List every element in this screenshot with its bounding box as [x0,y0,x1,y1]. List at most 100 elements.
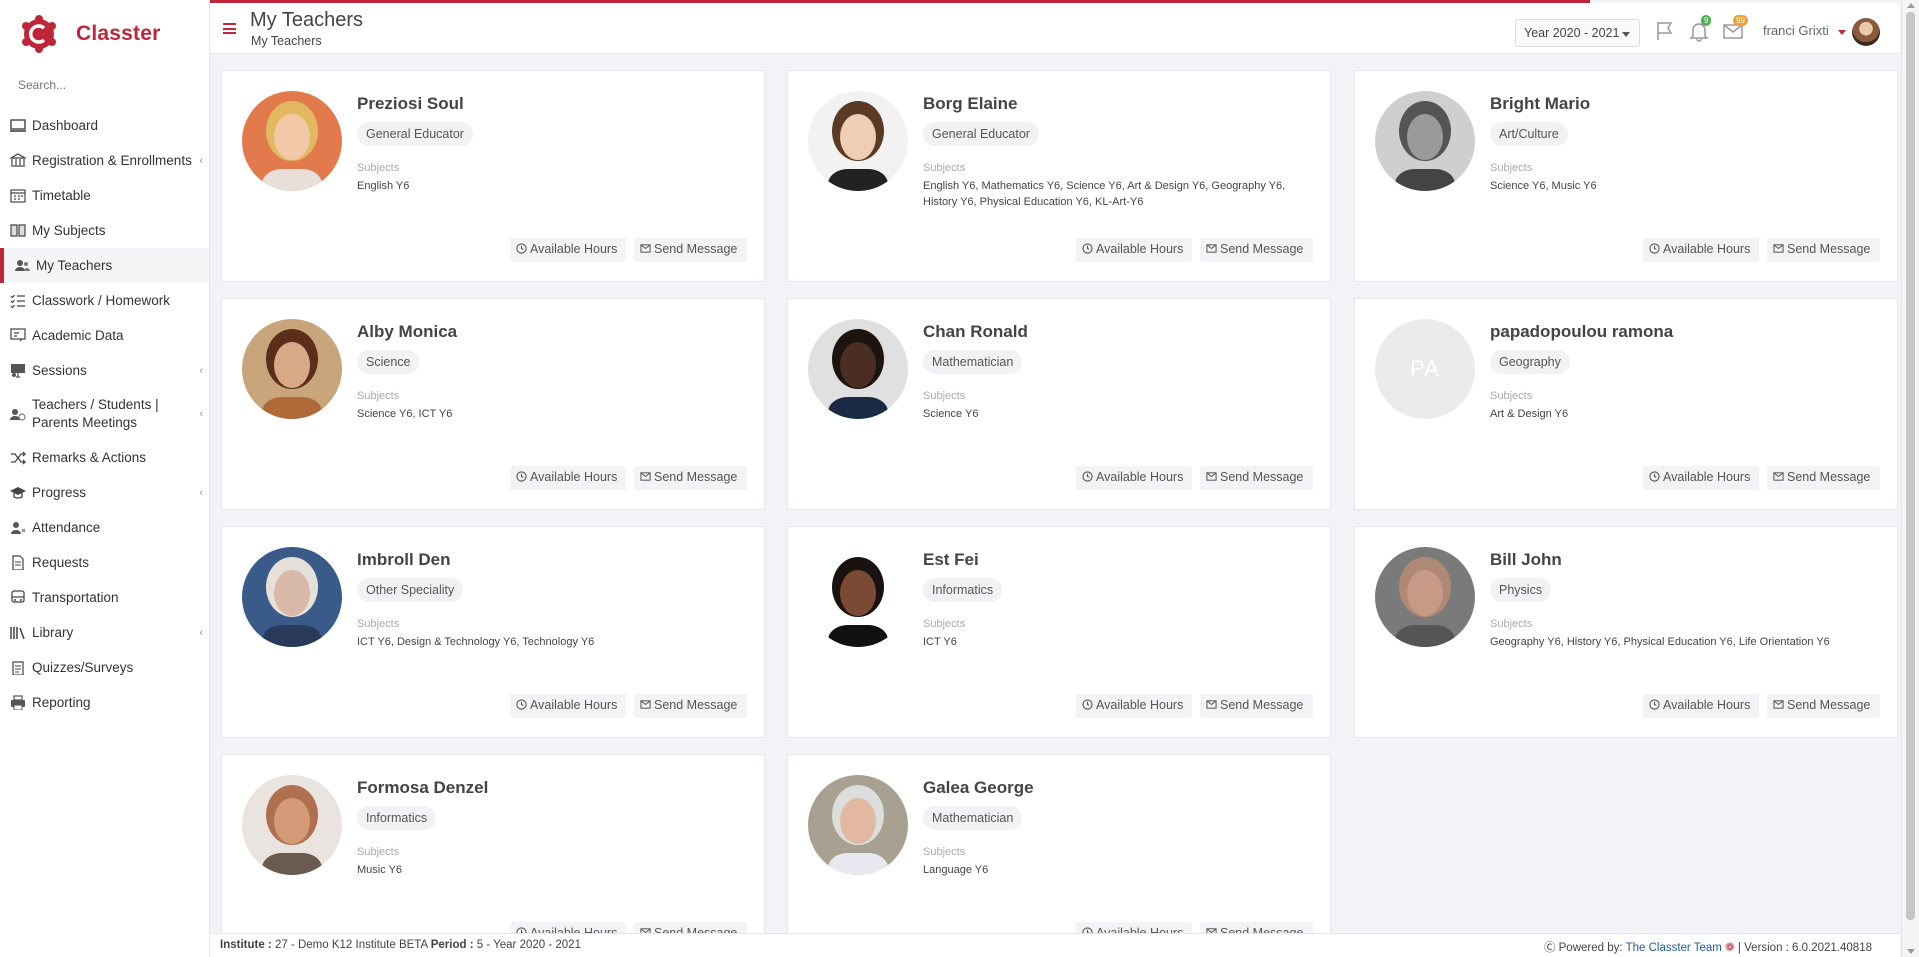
teacher-subjects: Science Y6, Music Y6 [1490,180,1597,192]
header: My Teachers My Teachers Year 2020 - 2021… [210,3,1900,54]
clock-icon [1649,471,1660,482]
logo[interactable]: Classter [0,0,209,68]
footer-info: Institute : 27 - Demo K12 Institute BETA… [220,939,581,951]
send-message-label: Send Message [1220,698,1304,712]
send-message-button[interactable]: Send Message [1200,466,1313,490]
sidebar-item-progress[interactable]: Progress ‹ [0,475,209,510]
classter-team-link[interactable]: The Classter Team [1626,942,1722,954]
teacher-name[interactable]: Galea George [923,778,1034,798]
send-message-button[interactable]: Send Message [634,694,747,718]
available-hours-button[interactable]: Available Hours [510,694,626,718]
teacher-photo: PA [1375,319,1475,419]
send-message-button[interactable]: Send Message [634,466,747,490]
year-select[interactable]: Year 2020 - 2021 [1515,19,1640,47]
search-input[interactable] [18,78,191,92]
teacher-speciality-badge: Other Speciality [357,578,464,602]
bus-icon [9,590,26,605]
clock-icon [1082,471,1093,482]
version-text: | Version : 6.0.2021.40818 [1737,942,1872,954]
scroll-up-icon[interactable] [1907,3,1915,8]
subjects-label: Subjects [357,162,400,174]
user-name[interactable]: franci Grixti [1763,23,1829,38]
available-hours-button[interactable]: Available Hours [1643,694,1759,718]
avatar[interactable] [1852,18,1880,46]
sidebar-item-timetable[interactable]: Timetable [0,178,209,213]
teacher-card: Borg Elaine General Educator Subjects Engli… [787,70,1331,282]
sidebar-item-label: My Teachers [36,257,113,273]
sidebar-item-label: Quizzes/Surveys [32,659,134,675]
available-hours-label: Available Hours [530,470,618,484]
clipboard-icon [9,661,26,675]
teacher-name[interactable]: Bill John [1490,550,1562,570]
chalkboard-icon [9,328,26,343]
sidebar-item-transportation[interactable]: Transportation [0,580,209,615]
sidebar-item-label: Registration & Enrollments [32,152,192,168]
sidebar-item-quizzes-surveys[interactable]: Quizzes/Surveys [0,650,209,685]
scroll-down-icon[interactable] [1907,949,1915,954]
send-message-button[interactable]: Send Message [1767,466,1880,490]
sidebar-item-academic-data[interactable]: Academic Data [0,318,209,353]
available-hours-button[interactable]: Available Hours [510,922,626,933]
sidebar-item-requests[interactable]: Requests [0,545,209,580]
teacher-subjects: English Y6, Mathematics Y6, Science Y6, … [923,180,1286,208]
teacher-name[interactable]: Preziosi Soul [357,94,464,114]
teacher-photo [808,775,908,875]
clock-icon [1082,243,1093,254]
sidebar-item-registration-enrollments[interactable]: Registration & Enrollments ‹ [0,143,209,178]
sidebar-item-library[interactable]: Library ‹ [0,615,209,650]
available-hours-button[interactable]: Available Hours [1076,694,1192,718]
scrollbar[interactable] [1901,0,1919,957]
flag-icon[interactable] [1654,20,1676,42]
subjects-label: Subjects [923,162,966,174]
send-message-button[interactable]: Send Message [1200,238,1313,262]
send-message-button[interactable]: Send Message [634,922,747,933]
teacher-name[interactable]: Bright Mario [1490,94,1590,114]
envelope-icon [1773,472,1784,481]
sidebar-item-label: Progress [32,484,87,500]
teacher-speciality-badge: Mathematician [923,806,1023,830]
sidebar-item-remarks-actions[interactable]: Remarks & Actions [0,440,209,475]
available-hours-button[interactable]: Available Hours [510,238,626,262]
search-box[interactable] [0,68,209,102]
sidebar-item-my-subjects[interactable]: My Subjects [0,213,209,248]
available-hours-button[interactable]: Available Hours [1076,466,1192,490]
teacher-name[interactable]: Est Fei [923,550,979,570]
send-message-button[interactable]: Send Message [1767,694,1880,718]
available-hours-button[interactable]: Available Hours [1076,238,1192,262]
available-hours-button[interactable]: Available Hours [1643,238,1759,262]
menu-toggle-icon[interactable] [223,23,236,34]
teacher-speciality-badge: Mathematician [923,350,1023,374]
teacher-speciality-badge: Art/Culture [1490,122,1568,146]
send-message-button[interactable]: Send Message [1200,922,1313,933]
available-hours-button[interactable]: Available Hours [510,466,626,490]
teacher-name[interactable]: Borg Elaine [923,94,1017,114]
envelope-icon [1206,700,1217,709]
clock-icon [516,471,527,482]
sidebar-item-attendance[interactable]: Attendance [0,510,209,545]
send-message-label: Send Message [1787,242,1871,256]
send-message-button[interactable]: Send Message [634,238,747,262]
teacher-name[interactable]: Chan Ronald [923,322,1028,342]
available-hours-button[interactable]: Available Hours [1076,922,1192,933]
teacher-name[interactable]: Imbroll Den [357,550,451,570]
available-hours-button[interactable]: Available Hours [1643,466,1759,490]
teacher-speciality-badge: Physics [1490,578,1552,602]
sidebar-item-reporting[interactable]: Reporting [0,685,209,720]
teacher-card: Bright Mario Art/Culture Subjects Science Y… [1354,70,1898,282]
send-message-button[interactable]: Send Message [1200,694,1313,718]
send-message-button[interactable]: Send Message [1767,238,1880,262]
user-menu-caret-icon[interactable] [1838,30,1846,35]
teacher-name[interactable]: papadopoulou ramona [1490,322,1673,342]
envelope-icon [640,700,651,709]
scroll-thumb[interactable] [1906,12,1915,920]
calendar-icon [9,189,26,203]
teacher-name[interactable]: Alby Monica [357,322,457,342]
sidebar-item-classwork-homework[interactable]: Classwork / Homework [0,283,209,318]
sidebar-item-teachers-students-parents-meetings[interactable]: Teachers / Students | Parents Meetings ‹ [0,388,209,440]
sidebar-item-my-teachers[interactable]: My Teachers [0,248,209,283]
sidebar-item-sessions[interactable]: Sessions ‹ [0,353,209,388]
available-hours-label: Available Hours [1096,242,1184,256]
teacher-name[interactable]: Formosa Denzel [357,778,488,798]
sidebar-item-dashboard[interactable]: Dashboard [0,108,209,143]
envelope-icon [1206,472,1217,481]
